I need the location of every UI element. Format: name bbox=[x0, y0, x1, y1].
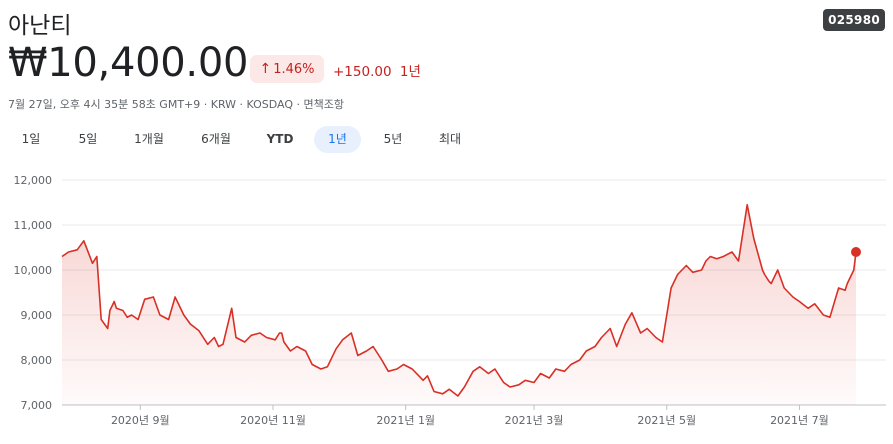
price-area bbox=[62, 204, 856, 405]
y-tick-label: 8,000 bbox=[21, 354, 53, 367]
x-tick-label: 2021년 5월 bbox=[637, 414, 696, 427]
y-tick-label: 11,000 bbox=[14, 219, 53, 232]
y-tick-label: 12,000 bbox=[14, 174, 53, 187]
x-tick-label: 2020년 9월 bbox=[111, 414, 170, 427]
x-tick-label: 2021년 1월 bbox=[376, 414, 435, 427]
y-axis-ticks: 12,000 11,000 10,000 9,000 8,000 7,000 bbox=[14, 174, 53, 412]
x-tick-label: 2020년 11월 bbox=[240, 414, 306, 427]
y-tick-label: 7,000 bbox=[21, 399, 53, 412]
price-chart[interactable]: 12,000 11,000 10,000 9,000 8,000 7,000 2020년 … bbox=[0, 0, 893, 444]
y-tick-label: 9,000 bbox=[21, 309, 53, 322]
current-price-marker bbox=[851, 247, 861, 257]
x-tick-label: 2021년 3월 bbox=[505, 414, 564, 427]
x-tick-label: 2021년 7월 bbox=[770, 414, 829, 427]
y-tick-label: 10,000 bbox=[14, 264, 53, 277]
x-axis-ticks: 2020년 9월 2020년 11월 2021년 1월 2021년 3월 2021년 5… bbox=[111, 405, 829, 427]
